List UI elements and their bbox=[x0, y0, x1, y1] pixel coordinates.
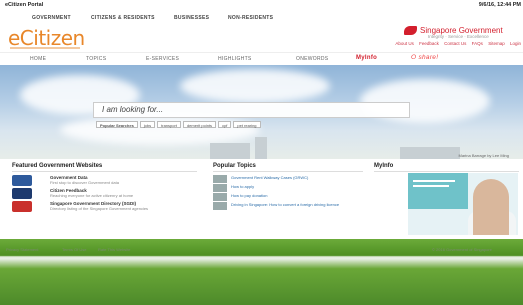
featured-title: Featured Government Websites bbox=[12, 163, 103, 169]
divider bbox=[213, 171, 363, 172]
nav-myinfo[interactable]: MyInfo bbox=[356, 55, 377, 61]
data-gov-logo-icon bbox=[12, 175, 32, 186]
portal-title: eCitizen Portal bbox=[5, 2, 44, 8]
feedback-link[interactable]: Feedback bbox=[419, 41, 439, 46]
utility-links: About Us Feedback Contact Us FAQs Sitema… bbox=[391, 41, 521, 46]
logo-tagline-bar bbox=[10, 47, 80, 49]
divider bbox=[12, 171, 197, 172]
popular-topic-link[interactable]: How to apply bbox=[231, 184, 254, 189]
cloud-decoration bbox=[180, 69, 330, 103]
skyline-building bbox=[400, 147, 460, 159]
main-nav: HOME TOPICS E-SERVICES HIGHLIGHTS ONEWOR… bbox=[0, 52, 523, 65]
copyright: © 2016 Government of Singapore bbox=[432, 247, 492, 252]
nav-home[interactable]: HOME bbox=[30, 56, 46, 62]
popular-topic-link[interactable]: How to pay donation bbox=[231, 193, 267, 198]
topic-thumbnail-icon bbox=[213, 202, 227, 210]
login-link[interactable]: Login bbox=[510, 41, 521, 46]
popular-searches-label: Popular Searches bbox=[96, 121, 138, 128]
search-placeholder: I am looking for... bbox=[102, 105, 164, 114]
topic-thumbnail-icon bbox=[213, 175, 227, 183]
popular-topics-title: Popular Topics bbox=[213, 163, 256, 169]
popular-searches: Popular Searches jobs transport demerit … bbox=[96, 121, 261, 128]
featured-item-desc: Directory listing of the Singapore Gover… bbox=[50, 206, 149, 211]
nav-oshare[interactable]: O share! bbox=[411, 54, 438, 61]
brand-row: eCitizen Singapore Government Integrity … bbox=[0, 24, 523, 52]
popular-topic-link[interactable]: Government Rent Walkway Cases (GRWC) bbox=[231, 175, 308, 180]
popular-search-chip[interactable]: jobs bbox=[139, 121, 156, 128]
about-link[interactable]: About Us bbox=[395, 41, 414, 46]
person-photo bbox=[473, 179, 509, 235]
audience-government[interactable]: GOVERNMENT bbox=[32, 15, 71, 21]
audience-non-residents[interactable]: NON-RESIDENTS bbox=[228, 15, 273, 21]
popular-search-chip[interactable]: transport bbox=[157, 121, 181, 128]
audience-nav: GOVERNMENT CITIZENS & RESIDENTS BUSINESS… bbox=[0, 14, 523, 24]
lion-head-icon bbox=[404, 26, 417, 35]
cloud-decoration bbox=[60, 115, 260, 145]
nav-eservices[interactable]: E-SERVICES bbox=[146, 56, 179, 62]
privacy-link[interactable]: Privacy Statement bbox=[6, 247, 38, 252]
topic-thumbnail-icon bbox=[213, 184, 227, 192]
divider bbox=[374, 171, 519, 172]
datetime: 9/6/16, 12:44 PM bbox=[478, 2, 521, 8]
reach-logo-icon bbox=[12, 188, 32, 199]
popular-search-chip[interactable]: pet rearing bbox=[233, 121, 261, 128]
photo-credit: Marina Barrage by Lee Ming bbox=[458, 153, 509, 158]
myinfo-title: MyInfo bbox=[374, 163, 394, 169]
contact-link[interactable]: Contact Us bbox=[444, 41, 466, 46]
myinfo-banner-line bbox=[413, 180, 455, 182]
skyline-building bbox=[210, 143, 250, 159]
footer: Privacy Statement Terms Of Use Rate This… bbox=[0, 247, 523, 254]
popular-topic-link[interactable]: Driving in Singapore: How to convert a f… bbox=[231, 202, 339, 207]
featured-item-desc: First stop to discover Government data bbox=[50, 180, 119, 185]
search-input[interactable]: I am looking for... bbox=[93, 102, 410, 118]
sgdi-logo-icon bbox=[12, 201, 32, 212]
topic-thumbnail-icon bbox=[213, 193, 227, 201]
faqs-link[interactable]: FAQs bbox=[472, 41, 483, 46]
nav-highlights[interactable]: HIGHLIGHTS bbox=[218, 56, 252, 62]
skyline-building bbox=[255, 137, 267, 159]
audience-citizens[interactable]: CITIZENS & RESIDENTS bbox=[91, 15, 155, 21]
myinfo-banner-panel bbox=[408, 173, 468, 209]
audience-businesses[interactable]: BUSINESSES bbox=[174, 15, 209, 21]
sitemap-link[interactable]: Sitemap bbox=[488, 41, 505, 46]
sg-gov-tagline: Integrity · Service · Excellence bbox=[428, 34, 489, 39]
popular-search-chip[interactable]: cpf bbox=[218, 121, 232, 128]
featured-item-desc: Reaching everyone for active citizenry a… bbox=[50, 193, 134, 198]
myinfo-banner-line bbox=[413, 185, 449, 187]
top-bar: eCitizen Portal 9/6/16, 12:44 PM bbox=[0, 0, 523, 14]
rate-link[interactable]: Rate This Website bbox=[98, 247, 131, 252]
popular-search-chip[interactable]: demerit points bbox=[182, 121, 217, 128]
hero-banner: I am looking for... Popular Searches job… bbox=[0, 65, 523, 159]
nav-onewords[interactable]: ONEWORDS bbox=[296, 56, 328, 62]
terms-link[interactable]: Terms Of Use bbox=[62, 247, 86, 252]
myinfo-banner[interactable] bbox=[408, 173, 518, 235]
nav-topics[interactable]: TOPICS bbox=[86, 56, 106, 62]
